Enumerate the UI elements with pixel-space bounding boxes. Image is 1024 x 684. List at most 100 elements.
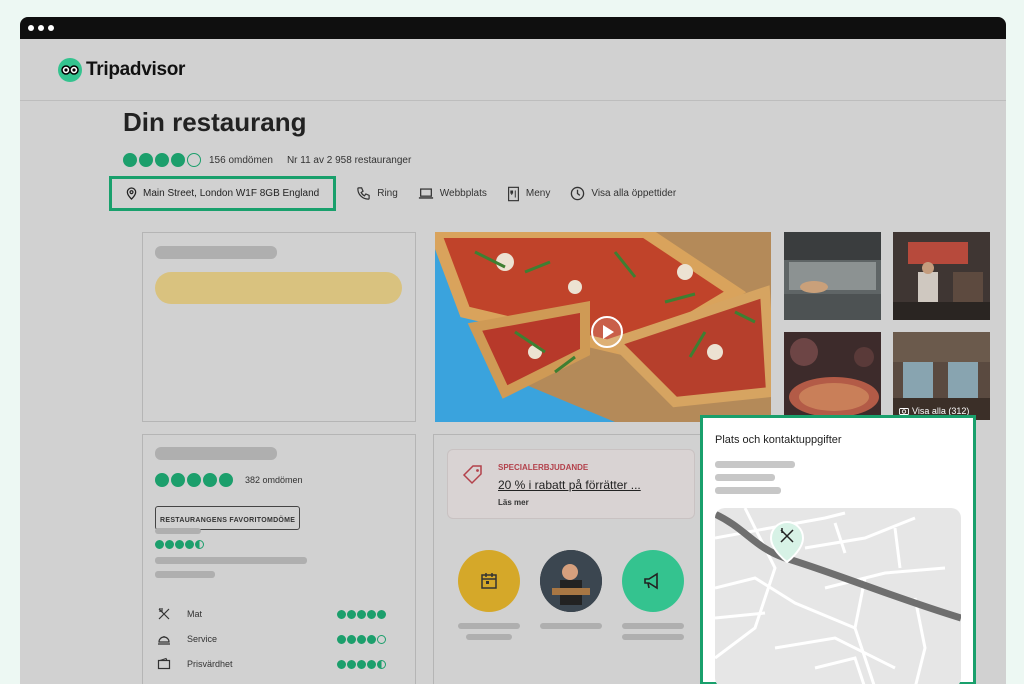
rating-bubble-empty [377,634,386,644]
call-link[interactable]: Ring [356,186,398,201]
rating-bubble [367,634,376,644]
rating-bubble [347,609,356,619]
criteria-label: Prisvärdhet [187,659,233,669]
placeholder-line [715,474,775,481]
brand-name: Tripadvisor [86,58,186,80]
website-link[interactable]: Webbplats [418,187,487,200]
price-tag-icon [462,465,482,485]
rating-bubble [337,634,346,644]
placeholder-line [155,528,201,534]
placeholder-line [458,623,520,629]
announcement-feature[interactable] [622,550,684,612]
contact-title: Plats och kontaktuppgifter [715,434,842,446]
photo-thumb-pizzas[interactable] [784,332,881,420]
placeholder-line [155,246,277,259]
address-link[interactable]: Main Street, London W1F 8GB England [109,176,337,211]
phone-icon [357,187,370,200]
rating-bubble [187,473,201,487]
rating-bubble-half [195,540,204,549]
owl-logo-icon [58,57,82,82]
menu-icon [507,186,519,201]
calendar-feature[interactable] [458,550,520,612]
camera-icon [899,408,909,415]
rating-bubble [377,609,386,619]
criteria-row-food: Mat [157,607,387,621]
call-label: Ring [377,188,398,199]
rating-bubble [347,659,356,669]
wallet-icon [157,657,171,670]
location-contact-card: Plats och kontaktuppgifter [700,415,976,684]
ratings-review-count[interactable]: 382 omdömen [245,475,303,485]
placeholder-line [622,623,684,629]
offers-card: SPECIALERBJUDANDE 20 % i rabatt på förrä… [433,434,707,684]
rating-bubble-half [377,659,386,669]
rating-bubble [185,540,194,549]
laptop-icon [418,188,433,199]
rating-bubble [357,659,366,669]
read-more-link[interactable]: Läs mer [498,498,529,507]
rating-bubble [155,153,169,167]
service-bell-icon [158,636,170,645]
photo-thumb-dining-room[interactable]: Visa alla (312) [893,332,990,420]
placeholder-line [155,557,307,564]
rating-bubble [219,473,233,487]
rating-bubble [165,540,174,549]
rating-bubble [337,609,346,619]
browser-titlebar [20,17,1006,39]
cta-button-placeholder[interactable] [155,272,402,304]
placeholder-line [622,634,684,640]
rating-bubble-empty [187,153,201,167]
site-header: Tripadvisor [20,39,1006,101]
rating-bubble [357,609,366,619]
rating-bubble [123,153,137,167]
criteria-label: Service [187,634,218,644]
favorite-review-rating [155,540,205,549]
rating-bubble [155,540,164,549]
photo-thumb-chef[interactable] [893,232,990,320]
website-label: Webbplats [439,188,487,199]
opening-hours-label: Visa alla öppettider [591,188,677,199]
favorite-review-badge: RESTAURANGENS FAVORITOMDÖME [155,506,301,530]
calendar-icon [481,573,497,589]
location-map[interactable] [715,508,961,684]
rating-bubble [175,540,184,549]
placeholder-line [715,487,781,494]
window-dot[interactable] [38,25,44,31]
window-dot[interactable] [48,25,54,31]
rating-bubble [367,659,376,669]
review-count-link[interactable]: 156 omdömen [209,155,273,166]
rating-bubble [171,153,185,167]
offer-title[interactable]: 20 % i rabatt på förrätter ... [498,478,641,492]
clock-icon [571,186,585,201]
ranking-text[interactable]: Nr 11 av 2 958 restauranger [287,155,411,166]
address-text: Main Street, London W1F 8GB England [143,188,320,199]
special-offer-banner[interactable]: SPECIALERBJUDANDE 20 % i rabatt på förrä… [447,449,695,519]
opening-hours-link[interactable]: Visa alla öppettider [570,186,676,201]
rating-bubble [347,634,356,644]
criteria-row-value: Prisvärdhet [157,657,387,671]
restaurant-info-bar: Main Street, London W1F 8GB England Ring… [109,176,676,211]
restaurant-name: Din restaurang [123,107,307,137]
rating-bubble [155,473,169,487]
rating-bubble [171,473,185,487]
criteria-label: Mat [187,609,203,619]
rating-bubble [367,609,376,619]
placeholder-line [155,571,215,578]
overall-rating: 382 omdömen [155,473,303,487]
tripadvisor-logo[interactable]: Tripadvisor [58,57,186,82]
menu-link[interactable]: Meny [507,186,550,202]
rating-bubble [203,473,217,487]
criteria-row-service: Service [157,632,387,646]
favorite-review-badge-text: RESTAURANGENS FAVORITOMDÖME [160,517,296,524]
window-dot[interactable] [28,25,34,31]
rating-bubble [337,659,346,669]
placeholder-line [466,634,512,640]
main-photo-pizza[interactable] [435,232,771,422]
photo-thumb-kitchen[interactable] [784,232,881,320]
placeholder-line [715,461,795,468]
placeholder-cta-card [142,232,416,422]
musician-photo[interactable] [540,550,602,612]
placeholder-line [540,623,602,629]
map-pin-icon [126,187,137,200]
offer-kicker: SPECIALERBJUDANDE [498,463,589,472]
